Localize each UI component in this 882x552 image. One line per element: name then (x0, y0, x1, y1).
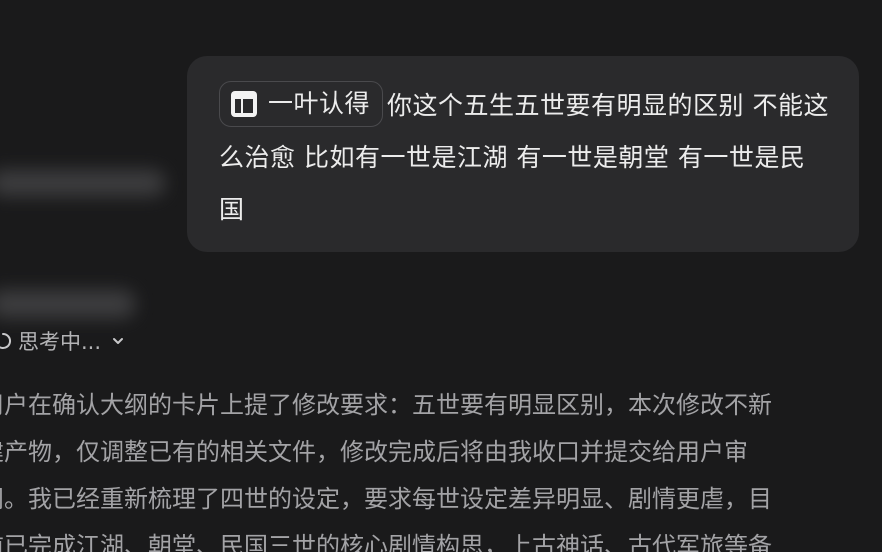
blurred-text-line (0, 290, 135, 318)
reasoning-line: 建产物，仅调整已有的相关文件，修改完成后将由我收口并提交给用户审 (0, 438, 748, 466)
spinner-icon (0, 332, 12, 349)
reasoning-line: 用户在确认大纲的卡片上提了修改要求：五世要有明显区别，本次修改不新 (0, 391, 772, 419)
user-message-bubble: 一叶认得 你这个五生五世要有明显的区别 不能这么治愈 比如有一世是江湖 有一世是朝… (187, 56, 859, 252)
chevron-down-icon[interactable] (111, 334, 125, 348)
table-layout-icon (231, 91, 257, 117)
reasoning-text: 用户在确认大纲的卡片上提了修改要求：五世要有明显区别，本次修改不新 建产物，仅调… (0, 382, 860, 552)
blurred-text-line (0, 170, 165, 196)
reasoning-line: 前已完成江湖、朝堂、民国三世的核心剧情构思，上古神话、古代军旅等备 (0, 532, 772, 552)
thinking-status[interactable]: 思考中... (0, 326, 125, 356)
reasoning-line: 阅。我已经重新梳理了四世的设定，要求每世设定差异明显、剧情更虐，目 (0, 485, 772, 513)
reference-chip-label: 一叶认得 (268, 89, 371, 118)
thinking-label: 思考中... (18, 330, 102, 354)
user-message-text-block: 一叶认得 你这个五生五世要有明显的区别 不能这么治愈 比如有一世是江湖 有一世是朝… (219, 80, 829, 236)
reference-chip[interactable]: 一叶认得 (219, 81, 384, 127)
chat-view: 一叶认得 你这个五生五世要有明显的区别 不能这么治愈 比如有一世是江湖 有一世是朝… (0, 0, 882, 552)
